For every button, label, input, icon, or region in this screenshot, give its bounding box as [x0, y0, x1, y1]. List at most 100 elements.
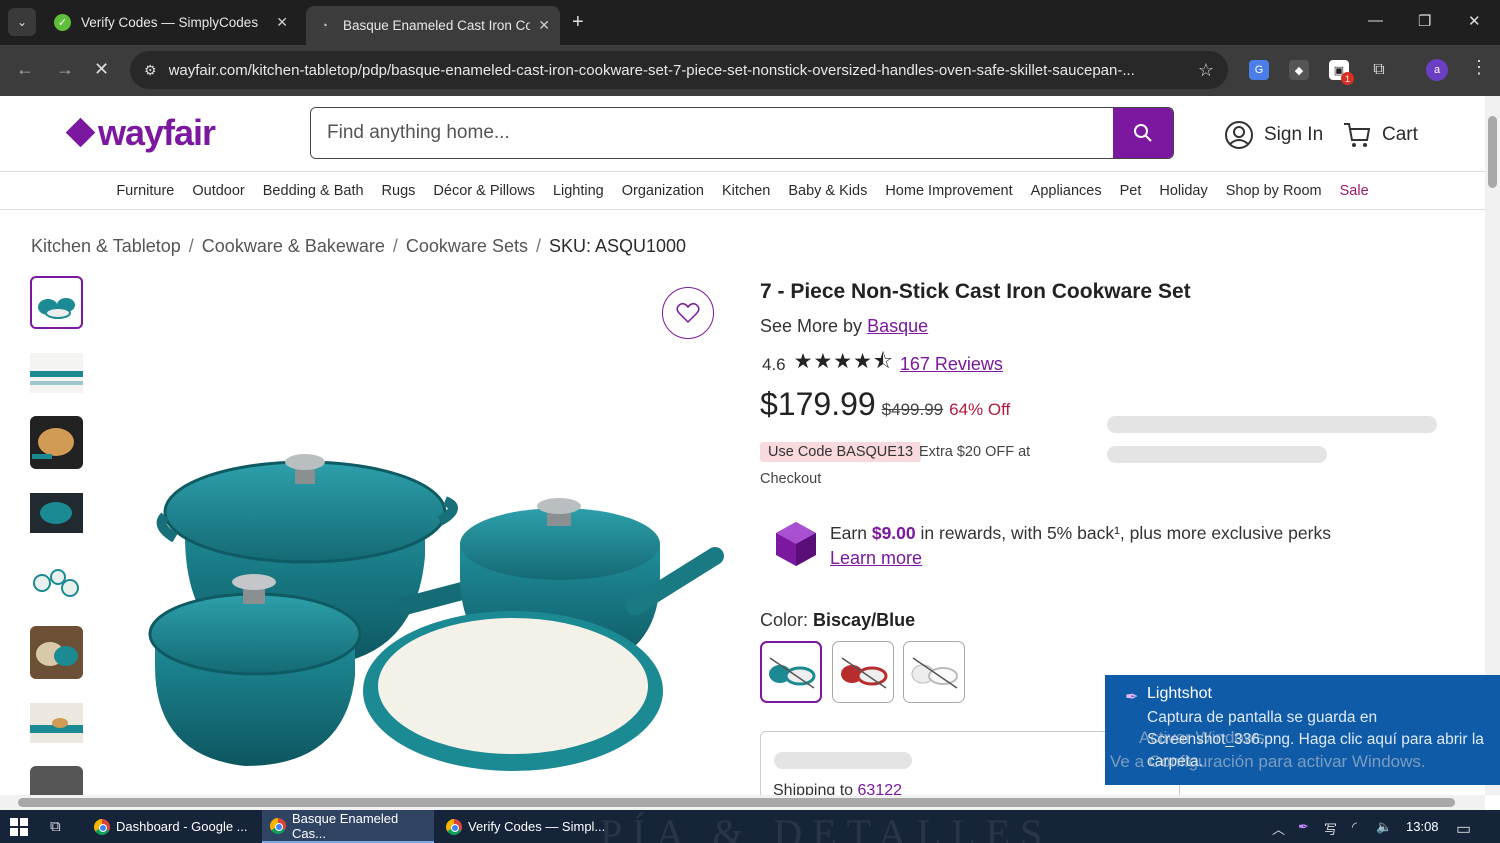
nav-holiday[interactable]: Holiday — [1159, 183, 1207, 199]
wayfair-logo[interactable]: wayfair — [65, 112, 216, 154]
nav-decor-pillows[interactable]: Décor & Pillows — [433, 183, 535, 199]
breadcrumb-cookware-bakeware[interactable]: Cookware & Bakeware — [202, 236, 385, 257]
feather-icon: ✒ — [1125, 689, 1139, 706]
extension-puzzle-grey-icon[interactable]: ◆ — [1289, 60, 1309, 80]
lightshot-notification[interactable]: ✒ Lightshot Captura de pantalla se guard… — [1105, 675, 1500, 785]
thumbnail-2[interactable] — [30, 346, 83, 399]
site-info-icon[interactable]: ⚙ — [144, 62, 157, 79]
sign-in-button[interactable]: Sign In — [1224, 120, 1323, 150]
thumbnail-4[interactable] — [30, 486, 83, 539]
browser-menu-icon[interactable]: ⋮ — [1470, 57, 1488, 78]
thumbnail-6[interactable] — [30, 626, 83, 679]
address-bar[interactable]: ⚙ wayfair.com/kitchen-tabletop/pdp/basqu… — [130, 51, 1228, 89]
loading-placeholder — [1107, 446, 1327, 463]
windows-start-icon[interactable] — [10, 818, 28, 836]
nav-organization[interactable]: Organization — [622, 183, 704, 199]
nav-appliances[interactable]: Appliances — [1031, 183, 1102, 199]
swatch-biscay-blue[interactable] — [760, 641, 822, 703]
thumbnail-5[interactable] — [30, 556, 83, 609]
color-label-prefix: Color: — [760, 610, 809, 630]
brand-link[interactable]: Basque — [867, 316, 928, 336]
breadcrumb-kitchen-tabletop[interactable]: Kitchen & Tabletop — [31, 236, 181, 257]
minimize-button[interactable]: — — [1368, 12, 1383, 29]
taskbar-item-verify-codes[interactable]: Verify Codes — Simpl... — [438, 810, 610, 843]
breadcrumb-sku: SKU: ASQU1000 — [548, 236, 687, 256]
see-more-by: See More by Basque — [760, 316, 928, 337]
swatch-white[interactable] — [903, 641, 965, 703]
tab-basque[interactable]: ◔ Basque Enameled Cast Iron Coo ✕ — [306, 6, 560, 45]
ime-indicator[interactable]: 写 — [1324, 819, 1337, 838]
swatch-red[interactable] — [832, 641, 894, 703]
tab-search-button[interactable]: ⌄ — [8, 8, 36, 36]
heart-icon — [676, 302, 700, 324]
tab-verify-codes[interactable]: ✓ Verify Codes — SimplyCodes ✕ — [44, 6, 298, 39]
favorite-button[interactable] — [662, 287, 714, 339]
category-nav: Furniture Outdoor Bedding & Bath Rugs Dé… — [0, 171, 1485, 210]
bookmark-star-icon[interactable]: ☆ — [1198, 60, 1214, 81]
search-button[interactable] — [1113, 108, 1173, 158]
tray-chevron-icon[interactable]: ︿ — [1272, 819, 1285, 838]
learn-more-link[interactable]: Learn more — [830, 548, 922, 569]
notification-message: Captura de pantalla se guarda en Screens… — [1147, 709, 1484, 770]
search-input[interactable] — [311, 108, 1113, 158]
restore-button[interactable]: ❐ — [1418, 12, 1431, 30]
horizontal-scrollbar[interactable] — [0, 795, 1485, 810]
account-icon — [1225, 121, 1253, 149]
close-window-button[interactable]: ✕ — [1468, 12, 1481, 30]
translate-extension-icon[interactable]: G — [1249, 60, 1269, 80]
product-hero-image[interactable] — [115, 276, 725, 795]
tab-title: Verify Codes — SimplyCodes — [81, 15, 259, 30]
breadcrumb: Kitchen & Tabletop / Cookware & Bakeware /… — [31, 236, 686, 257]
taskbar-item-basque[interactable]: Basque Enameled Cas... — [262, 810, 434, 843]
thumbnail-7[interactable] — [30, 696, 83, 749]
thumbnail-more[interactable]: +2 — [30, 766, 83, 795]
rating-row: 4.6 ★★★★⯪ 167 Reviews — [762, 347, 1003, 382]
lightshot-tray-icon[interactable]: ✒ — [1298, 819, 1309, 835]
wayfair-logo-mark-icon — [65, 117, 96, 148]
reviews-link[interactable]: 167 Reviews — [900, 354, 1003, 375]
tab-close-icon[interactable]: ✕ — [276, 14, 288, 31]
tab-strip: ⌄ ✓ Verify Codes — SimplyCodes ✕ ◔ Basqu… — [0, 0, 1500, 45]
stop-loading-button[interactable]: ✕ — [94, 59, 109, 80]
back-button[interactable]: ← — [16, 59, 34, 80]
breadcrumb-cookware-sets[interactable]: Cookware Sets — [406, 236, 528, 257]
simplycodes-extension-icon[interactable]: ▣ 1 — [1329, 60, 1354, 85]
wifi-icon[interactable]: ◜ — [1352, 819, 1357, 835]
nav-shop-by-room[interactable]: Shop by Room — [1226, 183, 1322, 199]
nav-pet[interactable]: Pet — [1120, 183, 1142, 199]
nav-outdoor[interactable]: Outdoor — [192, 183, 244, 199]
thumbnail-1[interactable] — [30, 276, 83, 329]
browser-toolbar: ← → ✕ ⚙ wayfair.com/kitchen-tabletop/pdp… — [0, 45, 1500, 96]
nav-furniture[interactable]: Furniture — [116, 183, 174, 199]
taskbar-item-dashboard[interactable]: Dashboard - Google ... — [86, 810, 258, 843]
profile-avatar[interactable]: a — [1426, 59, 1448, 81]
notifications-icon[interactable]: ▭ — [1456, 819, 1471, 839]
nav-bedding-bath[interactable]: Bedding & Bath — [263, 183, 364, 199]
cart-button[interactable]: Cart — [1342, 120, 1418, 150]
extensions-puzzle-icon[interactable]: ⧉ — [1369, 60, 1389, 80]
shipping-zip-link[interactable]: 63122 — [858, 782, 903, 795]
nav-rugs[interactable]: Rugs — [382, 183, 416, 199]
forward-button[interactable]: → — [56, 59, 74, 80]
scrollbar-thumb[interactable] — [18, 798, 1455, 807]
thumbnail-3[interactable] — [30, 416, 83, 469]
nav-kitchen[interactable]: Kitchen — [722, 183, 770, 199]
clock[interactable]: 13:08 — [1406, 819, 1439, 834]
new-tab-button[interactable]: + — [572, 11, 584, 34]
nav-baby-kids[interactable]: Baby & Kids — [788, 183, 867, 199]
task-view-icon[interactable]: ⧉ — [50, 818, 61, 835]
nav-home-improvement[interactable]: Home Improvement — [885, 183, 1012, 199]
extension-badge: 1 — [1341, 72, 1354, 85]
scrollbar-thumb[interactable] — [1488, 116, 1497, 188]
rewards-prefix: Earn — [830, 523, 867, 543]
url-text[interactable]: wayfair.com/kitchen-tabletop/pdp/basque-… — [169, 62, 1186, 79]
tab-close-icon[interactable]: ✕ — [538, 17, 550, 34]
nav-sale[interactable]: Sale — [1340, 183, 1369, 199]
rating-value: 4.6 — [762, 354, 786, 374]
volume-icon[interactable]: 🔈 — [1376, 819, 1392, 835]
promo-code-badge: Use Code BASQUE13 — [760, 442, 922, 462]
taskbar-item-label: Dashboard - Google ... — [116, 819, 248, 834]
see-more-prefix: See More by — [760, 316, 863, 336]
promo-extra-text: Extra $20 OFF at — [919, 444, 1031, 460]
nav-lighting[interactable]: Lighting — [553, 183, 604, 199]
